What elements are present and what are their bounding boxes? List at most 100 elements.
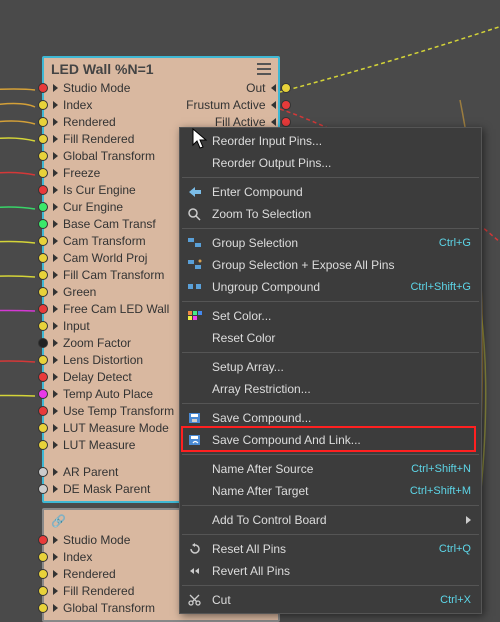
pin-arrow-icon [53,339,58,347]
menu-item-add-to-control-board[interactable]: Add To Control Board [180,509,481,531]
menu-item-name-after-target[interactable]: Name After TargetCtrl+Shift+M [180,480,481,502]
pin-label: Lens Distortion [63,353,143,367]
input-pin[interactable]: LUT Measure [44,436,180,453]
pin-connector-icon[interactable] [38,253,48,263]
pin-connector-icon[interactable] [38,552,48,562]
pin-connector-icon[interactable] [38,423,48,433]
pin-connector-icon[interactable] [38,100,48,110]
menu-item-save-compound[interactable]: Save Compound... [180,407,481,429]
pin-connector-icon[interactable] [38,406,48,416]
pin-label: AR Parent [63,465,118,479]
input-pin[interactable]: Is Cur Engine [44,181,180,198]
pin-connector-icon[interactable] [38,270,48,280]
input-pin[interactable]: DE Mask Parent [44,480,180,497]
input-pin[interactable]: Cam Transform [44,232,180,249]
pin-connector-icon[interactable] [38,586,48,596]
menu-item-set-color[interactable]: Set Color... [180,305,481,327]
output-pin[interactable]: Out [240,79,284,96]
input-pin[interactable]: Base Cam Transf [44,215,180,232]
input-pin[interactable]: Fill Cam Transform [44,266,180,283]
input-pin[interactable]: Fill Rendered [44,130,180,147]
menu-item-ungroup-compound[interactable]: Ungroup CompoundCtrl+Shift+G [180,276,481,298]
input-pin[interactable]: Input [44,317,180,334]
input-pin[interactable]: Freeze [44,164,180,181]
pin-connector-icon[interactable] [38,603,48,613]
input-pin[interactable]: Zoom Factor [44,334,180,351]
pin-connector-icon[interactable] [38,219,48,229]
pin-connector-icon[interactable] [38,168,48,178]
pin-connector-icon[interactable] [281,117,291,127]
menu-item-reorder-output-pins[interactable]: Reorder Output Pins... [180,152,481,174]
pin-connector-icon[interactable] [38,202,48,212]
pin-label: Cam Transform [63,234,146,248]
pin-connector-icon[interactable] [281,100,291,110]
input-pin[interactable]: Delay Detect [44,368,180,385]
menu-item-save-compound-and-link[interactable]: Save Compound And Link... [180,429,481,451]
pin-connector-icon[interactable] [38,236,48,246]
menu-item-setup-array[interactable]: Setup Array... [180,356,481,378]
menu-item-label: Reorder Input Pins... [212,134,471,148]
input-pin[interactable]: Use Temp Transform [44,402,180,419]
pin-connector-icon[interactable] [38,338,48,348]
menu-shortcut: Ctrl+Shift+N [411,463,471,475]
menu-item-enter-compound[interactable]: Enter Compound [180,181,481,203]
pin-connector-icon[interactable] [38,569,48,579]
pin-connector-icon[interactable] [38,304,48,314]
input-pin[interactable]: Index [44,96,180,113]
menu-shortcut: Ctrl+X [440,594,471,606]
pin-connector-icon[interactable] [38,151,48,161]
pin-connector-icon[interactable] [281,83,291,93]
input-pin[interactable]: AR Parent [44,463,180,480]
pin-connector-icon[interactable] [38,484,48,494]
input-pin[interactable]: Free Cam LED Wall [44,300,180,317]
pin-connector-icon[interactable] [38,372,48,382]
pin-connector-icon[interactable] [38,287,48,297]
pin-connector-icon[interactable] [38,185,48,195]
menu-item-reset-all-pins[interactable]: Reset All PinsCtrl+Q [180,538,481,560]
pin-label: Global Transform [63,149,155,163]
input-pin[interactable]: Studio Mode [44,79,180,96]
input-pin[interactable]: Cam World Proj [44,249,180,266]
blank-icon [186,359,204,375]
pin-connector-icon[interactable] [38,83,48,93]
input-pin[interactable]: Cur Engine [44,198,180,215]
pin-arrow-icon [53,84,58,92]
menu-item-cut[interactable]: CutCtrl+X [180,589,481,611]
pin-connector-icon[interactable] [38,389,48,399]
pin-connector-icon[interactable] [38,535,48,545]
menu-item-name-after-source[interactable]: Name After SourceCtrl+Shift+N [180,458,481,480]
pin-arrow-icon [271,101,276,109]
pin-arrow-icon [53,441,58,449]
menu-item-group-selection[interactable]: Group SelectionCtrl+G [180,232,481,254]
pin-arrow-icon [53,271,58,279]
pin-arrow-icon [53,587,58,595]
menu-item-group-selection-expose-all-pins[interactable]: Group Selection + Expose All Pins [180,254,481,276]
menu-item-reset-color[interactable]: Reset Color [180,327,481,349]
input-pin[interactable]: Global Transform [44,147,180,164]
pin-connector-icon[interactable] [38,440,48,450]
submenu-arrow-icon [466,516,471,524]
pin-arrow-icon [53,373,58,381]
input-pin[interactable]: Green [44,283,180,300]
pin-connector-icon[interactable] [38,134,48,144]
menu-separator [182,454,479,455]
menu-item-zoom-to-selection[interactable]: Zoom To Selection [180,203,481,225]
node-menu-icon[interactable] [257,63,271,75]
pin-connector-icon[interactable] [38,355,48,365]
input-pin[interactable]: Lens Distortion [44,351,180,368]
menu-item-reorder-input-pins[interactable]: Reorder Input Pins... [180,130,481,152]
pin-connector-icon[interactable] [38,467,48,477]
input-pin[interactable]: Rendered [44,113,180,130]
input-pin[interactable]: LUT Measure Mode [44,419,180,436]
node-header[interactable]: LED Wall %N=1 [44,58,278,79]
pin-connector-icon[interactable] [38,117,48,127]
menu-shortcut: Ctrl+Shift+M [410,485,471,497]
menu-item-array-restriction[interactable]: Array Restriction... [180,378,481,400]
input-pin[interactable]: Temp Auto Place [44,385,180,402]
pin-connector-icon[interactable] [38,321,48,331]
menu-item-label: Revert All Pins [212,564,471,578]
menu-item-revert-all-pins[interactable]: Revert All Pins [180,560,481,582]
output-pin[interactable]: Frustum Active [180,96,284,113]
context-menu[interactable]: Reorder Input Pins... Reorder Output Pins… [179,127,482,614]
pin-arrow-icon [53,468,58,476]
